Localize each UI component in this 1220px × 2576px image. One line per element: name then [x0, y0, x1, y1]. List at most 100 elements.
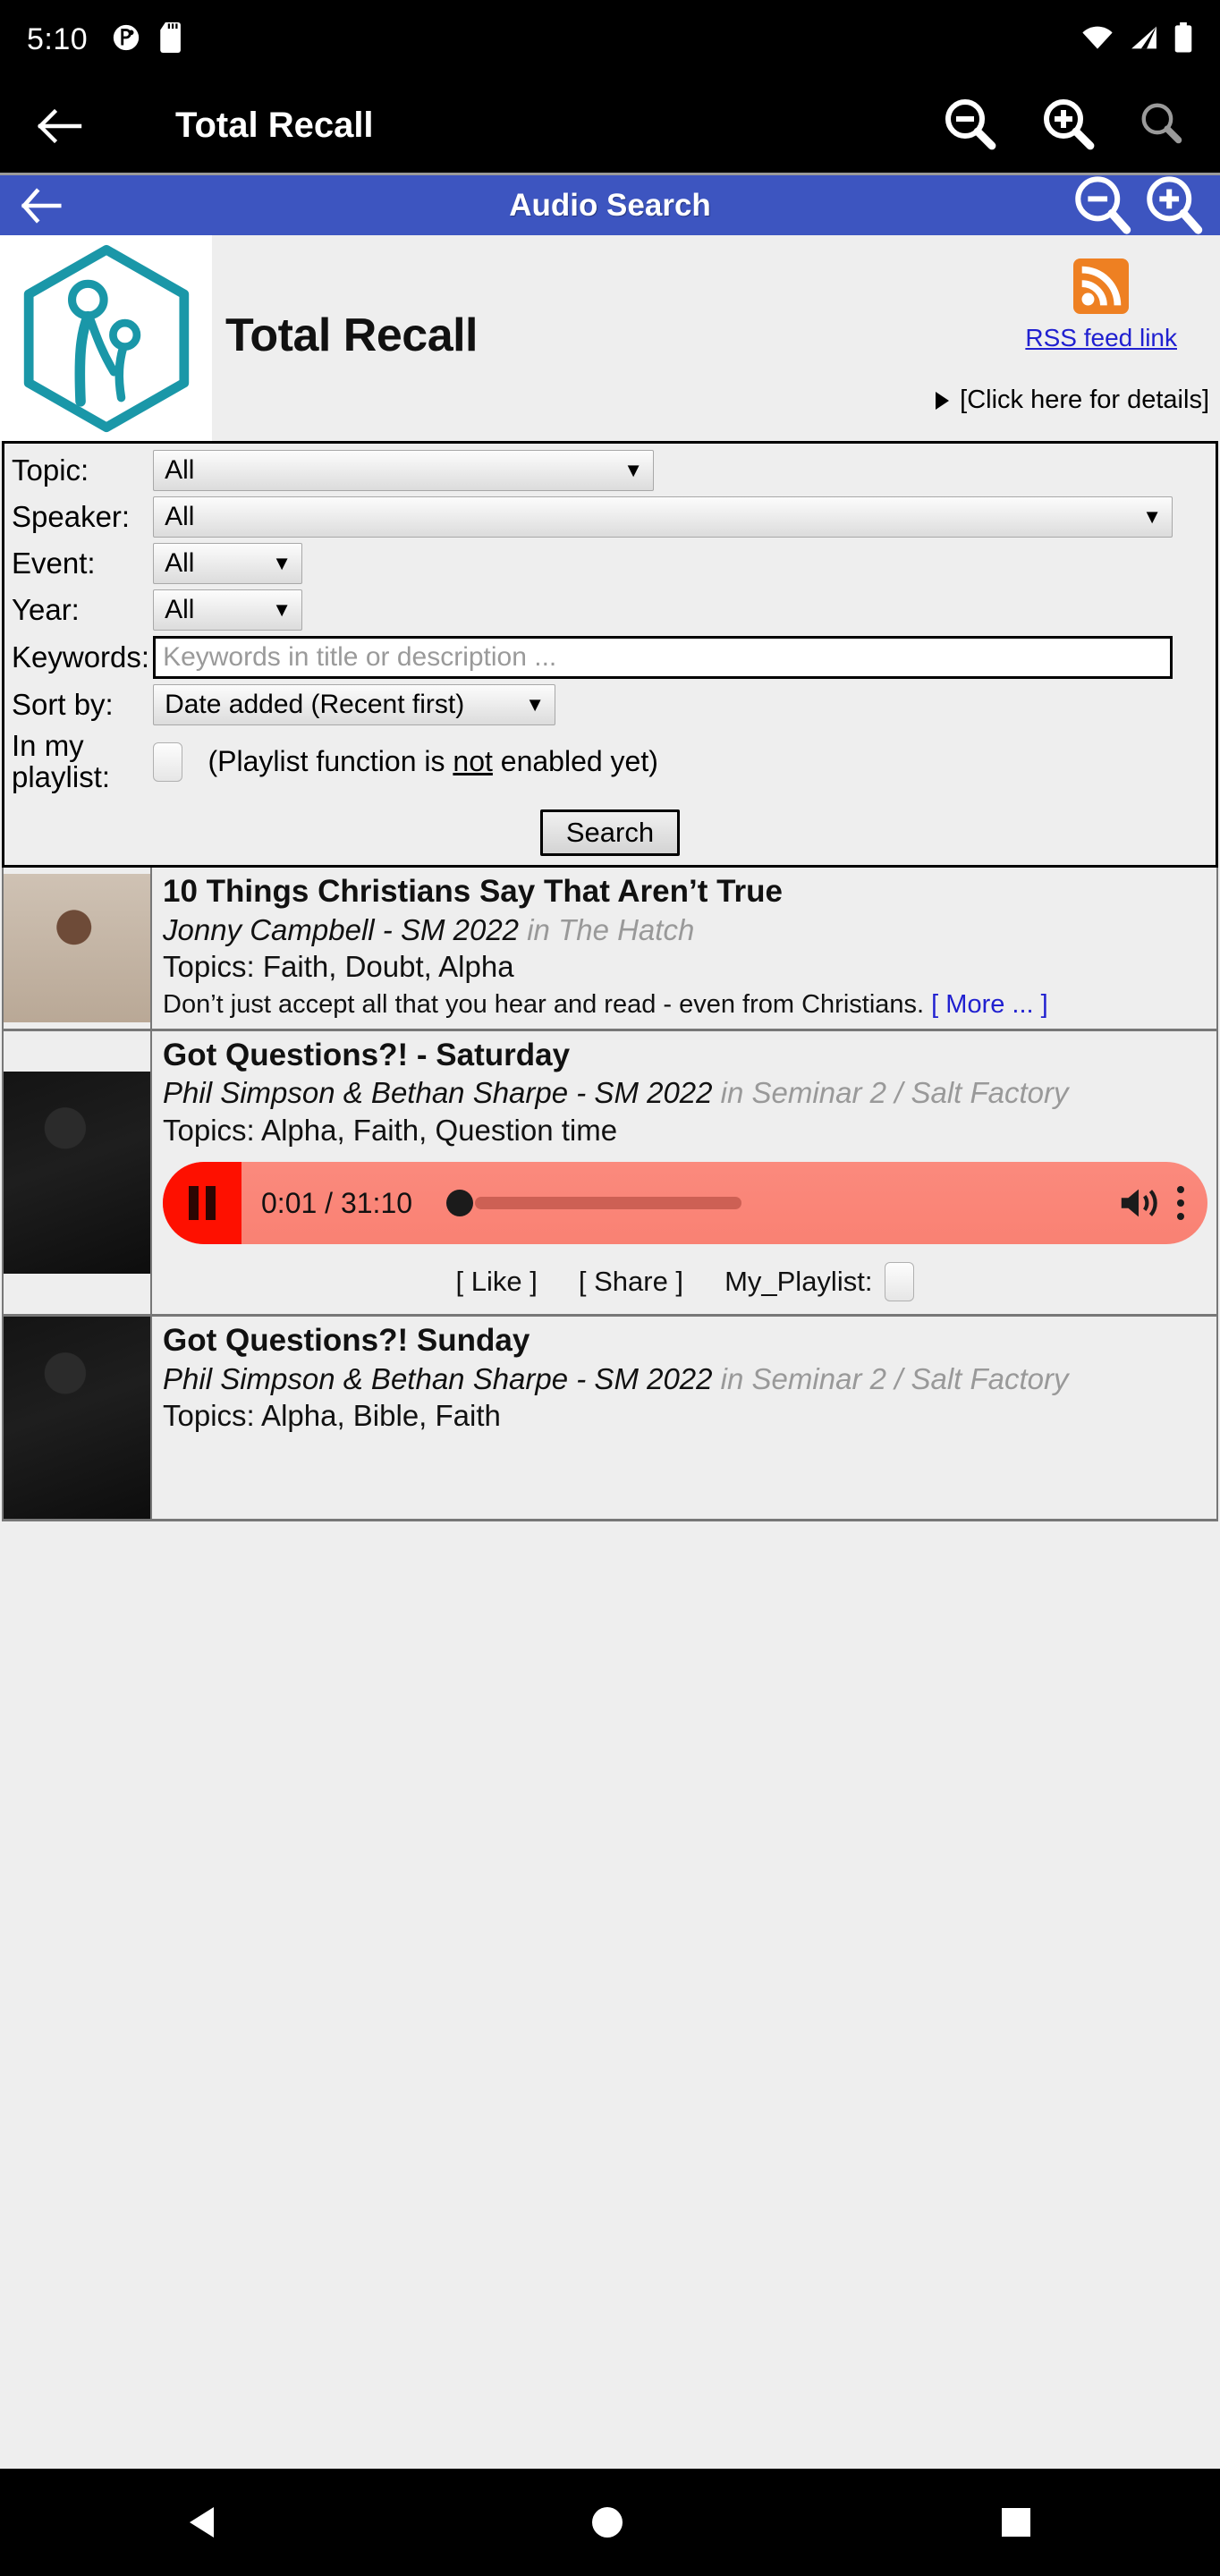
result-in-word: in [712, 1361, 752, 1395]
player-seek-slider[interactable] [446, 1190, 742, 1217]
site-title: Total Recall [225, 309, 479, 361]
speaker-select[interactable]: All [153, 496, 1173, 538]
stage-photo-thumbnail [4, 1072, 150, 1275]
status-clock: 5:10 [27, 21, 89, 56]
app-bar-title: Total Recall [175, 106, 374, 145]
result-speaker: Phil Simpson & Bethan Sharpe - SM 2022 [163, 1076, 713, 1110]
result-topics: Topics: Faith, Doubt, Alpha [163, 950, 514, 984]
my-playlist-checkbox[interactable] [885, 1262, 915, 1302]
result-speaker-line: Phil Simpson & Bethan Sharpe - SM 2022 i… [163, 1361, 1207, 1397]
search-button-row: Search [10, 795, 1210, 857]
topic-select[interactable]: All [153, 450, 655, 491]
sort-by-select[interactable]: Date added (Recent first) [153, 684, 556, 725]
phone-screen: 5:10 Total Recall Audio Search Total Rec… [0, 0, 1220, 2576]
stage-photo-thumbnail [4, 1317, 150, 1520]
like-button[interactable]: [ Like ] [456, 1266, 538, 1298]
event-label: Event: [12, 546, 96, 580]
play-pause-button[interactable] [163, 1162, 241, 1245]
rss-icon [1073, 258, 1130, 318]
sort-by-select-wrap: Date added (Recent first) [153, 684, 556, 725]
zoom-out-icon[interactable] [1070, 172, 1136, 239]
result-item[interactable]: Got Questions?! Sunday Phil Simpson & Be… [4, 1317, 1216, 1522]
keywords-label: Keywords: [12, 640, 150, 674]
result-item[interactable]: 10 Things Christians Say That Aren’t Tru… [4, 868, 1216, 1031]
result-in-word: in [519, 912, 559, 946]
result-speaker-line: Jonny Campbell - SM 2022 in The Hatch [163, 912, 1207, 948]
seek-track[interactable] [475, 1197, 742, 1210]
result-thumbnail-cell [4, 1317, 152, 1520]
site-header: Total Recall RSS feed link [Click here f… [0, 235, 1220, 441]
total-recall-logo-icon [23, 244, 189, 432]
do-not-disturb-icon [111, 22, 141, 57]
playlist-label: In my playlist: [12, 729, 111, 793]
result-thumbnail-cell [4, 1030, 152, 1315]
zoom-in-icon[interactable] [1141, 172, 1207, 239]
sd-card-icon [159, 21, 184, 57]
form-row-year: Year: All [10, 587, 1210, 633]
result-description-line: Don’t just accept all that you hear and … [163, 988, 1207, 1021]
result-description: Don’t just accept all that you hear and … [163, 989, 925, 1019]
seek-thumb[interactable] [446, 1190, 474, 1217]
my-playlist-control: My_Playlist: [724, 1262, 915, 1302]
speaker-label: Speaker: [12, 499, 131, 533]
topic-label: Topic: [12, 453, 89, 487]
result-actions: [ Like ] [ Share ] My_Playlist: [163, 1262, 1207, 1307]
volume-button[interactable] [1116, 1183, 1161, 1223]
keywords-input[interactable] [153, 636, 1173, 679]
result-speaker: Phil Simpson & Bethan Sharpe - SM 2022 [163, 1361, 713, 1395]
speaker-select-wrap: All [153, 496, 1173, 538]
player-time-display: 0:01 / 31:10 [261, 1186, 413, 1219]
nav-recents-icon[interactable] [1002, 2508, 1031, 2537]
share-button[interactable]: [ Share ] [579, 1266, 683, 1298]
status-notification-icons [111, 21, 184, 57]
audio-player[interactable]: 0:01 / 31:10 [163, 1162, 1207, 1245]
form-row-sort: Sort by: Date added (Recent first) [10, 682, 1210, 728]
more-vertical-icon[interactable] [1177, 1186, 1184, 1221]
form-row-topic: Topic: All [10, 447, 1210, 494]
audio-search-bar: Audio Search [0, 173, 1220, 235]
audio-search-actions [1070, 172, 1207, 239]
result-topics: Topics: Alpha, Bible, Faith [163, 1399, 501, 1433]
rss-feed-label[interactable]: RSS feed link [1025, 324, 1177, 352]
system-navigation-bar [0, 2469, 1220, 2576]
nav-home-icon[interactable] [592, 2507, 623, 2538]
pause-icon [189, 1186, 216, 1221]
details-label[interactable]: [Click here for details] [960, 386, 1209, 415]
speaker-portrait-thumbnail [4, 874, 150, 1023]
result-title[interactable]: Got Questions?! Sunday [163, 1322, 1207, 1359]
search-icon[interactable] [1138, 99, 1186, 152]
audio-search-title: Audio Search [509, 187, 711, 223]
rss-feed-link[interactable]: RSS feed link [1025, 258, 1177, 352]
result-title[interactable]: Got Questions?! - Saturday [163, 1037, 1207, 1073]
result-title[interactable]: 10 Things Christians Say That Aren’t Tru… [163, 873, 1207, 910]
result-item[interactable]: Got Questions?! - Saturday Phil Simpson … [4, 1030, 1216, 1318]
form-row-event: Event: All [10, 540, 1210, 587]
site-header-right: Total Recall RSS feed link [Click here f… [212, 235, 1220, 441]
result-speaker: Jonny Campbell - SM 2022 [163, 912, 520, 946]
web-content: Total Recall RSS feed link [Click here f… [0, 235, 1220, 2469]
playlist-checkbox[interactable] [153, 741, 183, 782]
sort-by-label: Sort by: [12, 687, 114, 721]
status-system-icons [1080, 21, 1193, 57]
search-button[interactable]: Search [539, 809, 681, 857]
app-bar-back-button[interactable] [23, 90, 95, 162]
form-row-keywords: Keywords: [10, 633, 1210, 682]
result-more-link[interactable]: [ More ... ] [931, 990, 1048, 1019]
result-thumbnail-cell [4, 868, 152, 1029]
year-select-wrap: All [153, 589, 303, 631]
form-row-playlist: In my playlist: (Playlist function is no… [10, 728, 1210, 795]
result-topics: Topics: Alpha, Faith, Question time [163, 1113, 618, 1147]
year-select[interactable]: All [153, 589, 303, 631]
result-venue: The Hatch [558, 912, 695, 946]
audio-search-back-button[interactable] [13, 187, 72, 225]
nav-back-icon[interactable] [189, 2507, 214, 2538]
search-form-panel: Topic: All Speaker: All [2, 441, 1218, 869]
zoom-in-icon[interactable] [1039, 95, 1097, 157]
my-playlist-label: My_Playlist: [724, 1266, 873, 1298]
result-speaker-line: Phil Simpson & Bethan Sharpe - SM 2022 i… [163, 1075, 1207, 1111]
event-select[interactable]: All [153, 543, 303, 584]
event-select-wrap: All [153, 543, 303, 584]
details-disclosure[interactable]: [Click here for details] [936, 386, 1209, 415]
zoom-out-icon[interactable] [941, 95, 998, 157]
cellular-signal-icon [1129, 24, 1159, 55]
